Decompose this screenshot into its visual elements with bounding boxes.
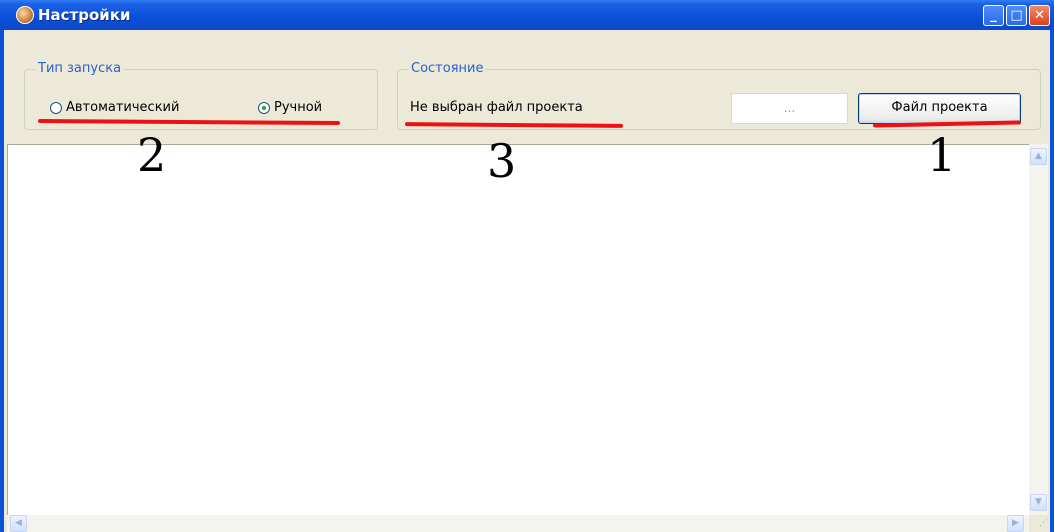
vertical-scrollbar[interactable]: ▲ ▼ (1029, 144, 1048, 515)
app-icon (16, 6, 34, 24)
annotation-number-2: 2 (137, 128, 167, 182)
radio-manual-circle (258, 102, 270, 114)
project-path-field[interactable]: ... (731, 93, 848, 124)
title-bar[interactable]: Настройки _ □ ✕ (0, 0, 1054, 30)
minimize-icon: _ (990, 8, 997, 23)
scroll-up-arrow-icon[interactable]: ▲ (1030, 148, 1047, 165)
launch-type-group-label: Тип запуска (35, 61, 125, 76)
close-button[interactable]: ✕ (1029, 5, 1050, 26)
horizontal-scrollbar[interactable]: ◀ ▶ (7, 515, 1029, 532)
radio-manual-label: Ручной (274, 100, 323, 115)
radio-automatic-circle (50, 102, 62, 114)
resize-grip-icon[interactable]: ⋰ (1029, 515, 1048, 532)
annotation-number-3: 3 (487, 134, 517, 188)
scroll-down-arrow-icon[interactable]: ▼ (1030, 494, 1047, 511)
content-area[interactable] (7, 144, 1029, 515)
annotation-number-1: 1 (927, 128, 957, 182)
maximize-button[interactable]: □ (1006, 5, 1027, 26)
window-title: Настройки (38, 6, 131, 24)
scroll-right-arrow-icon[interactable]: ▶ (1007, 515, 1024, 532)
status-text: Не выбран файл проекта (410, 100, 583, 115)
radio-automatic-label: Автоматический (66, 100, 180, 115)
state-group-label: Состояние (408, 61, 487, 76)
minimize-button[interactable]: _ (983, 5, 1004, 26)
scroll-left-arrow-icon[interactable]: ◀ (10, 515, 27, 532)
close-icon: ✕ (1034, 8, 1045, 23)
radio-selected-dot (262, 106, 266, 110)
project-file-button[interactable]: Файл проекта (858, 93, 1021, 124)
window-client-area: Тип запуска Автоматический Ручной Состоя… (4, 30, 1050, 532)
settings-window: Настройки _ □ ✕ Тип запуска Автоматическ… (0, 0, 1054, 532)
state-group: Состояние Не выбран файл проекта ... Фай… (397, 61, 1041, 130)
maximize-icon: □ (1010, 8, 1023, 23)
